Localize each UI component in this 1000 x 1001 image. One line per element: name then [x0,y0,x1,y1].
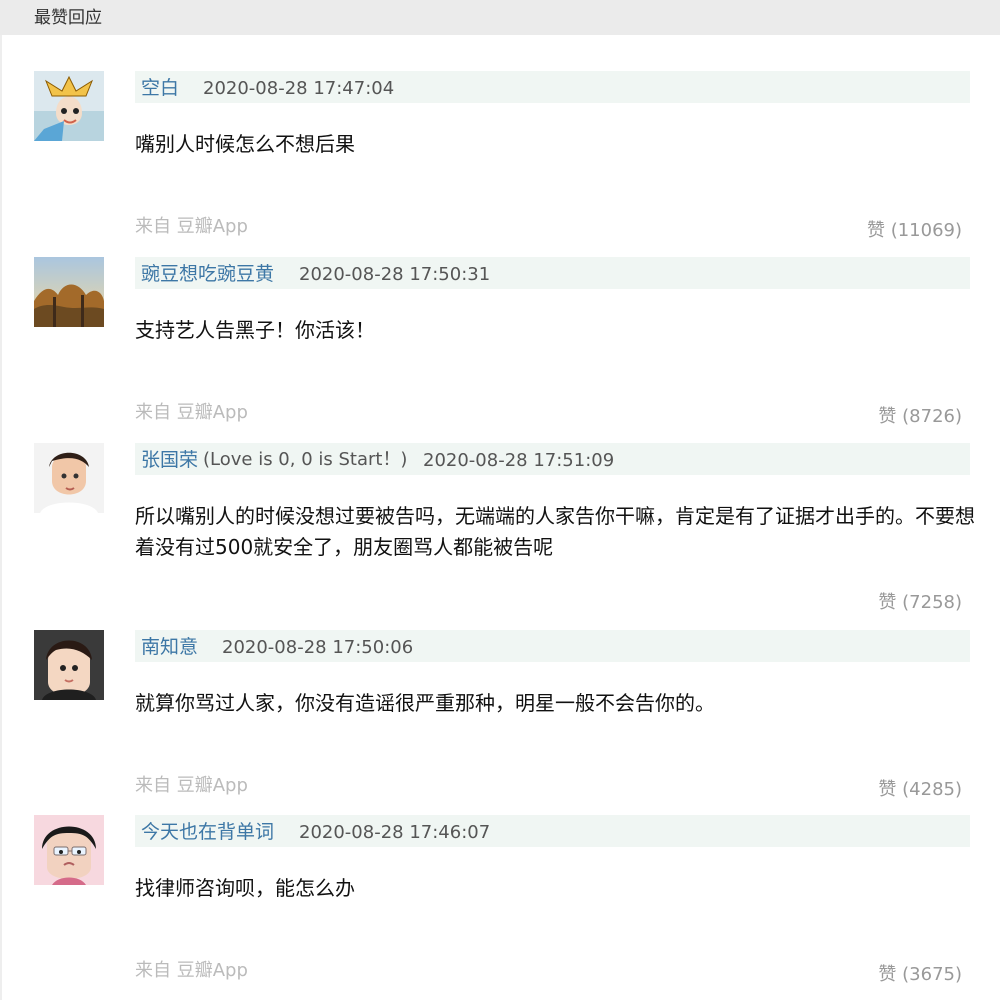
comment-item: 张国荣 (Love is 0, 0 is Start！) 2020-08-28 … [0,443,1000,629]
section-header: 最赞回应 [0,0,1000,35]
comment-author-link[interactable]: 豌豆想吃豌豆黄 [141,263,274,285]
comment-author-link[interactable]: 空白 [141,77,179,99]
section-title: 最赞回应 [34,8,102,28]
like-button[interactable]: 赞 (7258) [878,592,962,614]
like-button[interactable]: 赞 (3675) [878,964,962,986]
comment-page: 最赞回应 空白 2020-08-28 17:47:04 嘴别人时候怎么不想后果 … [0,0,1000,1000]
comment-timestamp: 2020-08-28 17:50:06 [222,637,414,658]
comment-text: 支持艺人告黑子！你活该！ [135,318,375,342]
user-avatar-icon[interactable] [34,257,104,327]
user-avatar-icon[interactable] [34,443,104,513]
comment-meta-bar: 南知意 2020-08-28 17:50:06 [135,630,970,662]
comment-author-link[interactable]: 南知意 [141,636,198,658]
comment-timestamp: 2020-08-28 17:51:09 [423,450,615,471]
comment-meta-bar: 豌豆想吃豌豆黄 2020-08-28 17:50:31 [135,257,970,289]
comment-item: 今天也在背单词 2020-08-28 17:46:07 找律师咨询呗，能怎么办 … [0,815,1000,1001]
like-button[interactable]: 赞 (4285) [878,779,962,801]
comment-item: 南知意 2020-08-28 17:50:06 就算你骂过人家，你没有造谣很严重… [0,630,1000,816]
comment-source-link[interactable]: 来自 豆瓣App [135,402,248,424]
like-button[interactable]: 赞 (11069) [867,220,962,242]
comment-timestamp: 2020-08-28 17:50:31 [299,264,491,285]
comment-text: 找律师咨询呗，能怎么办 [135,876,355,900]
user-avatar-icon[interactable] [34,815,104,885]
comment-text: 嘴别人时候怎么不想后果 [135,132,355,156]
comment-item: 空白 2020-08-28 17:47:04 嘴别人时候怎么不想后果 来自 豆瓣… [0,71,1000,257]
comment-timestamp: 2020-08-28 17:47:04 [203,78,395,99]
comment-meta-bar: 张国荣 (Love is 0, 0 is Start！) 2020-08-28 … [135,443,970,475]
comment-meta-bar: 今天也在背单词 2020-08-28 17:46:07 [135,815,970,847]
comment-text: 就算你骂过人家，你没有造谣很严重那种，明星一般不会告你的。 [135,691,715,715]
user-avatar-icon[interactable] [34,71,104,141]
comment-source-link[interactable]: 来自 豆瓣App [135,775,248,797]
comment-source-link[interactable]: 来自 豆瓣App [135,960,248,982]
like-button[interactable]: 赞 (8726) [878,406,962,428]
comment-author-link[interactable]: 今天也在背单词 [141,821,274,843]
comment-text: 所以嘴别人的时候没想过要被告吗，无端端的人家告你干嘛，肯定是有了证据才出手的。不… [135,504,975,559]
comment-author-link[interactable]: 张国荣 [141,449,198,471]
user-avatar-icon[interactable] [34,630,104,700]
comment-author-suffix: (Love is 0, 0 is Start！) [203,449,408,470]
comment-timestamp: 2020-08-28 17:46:07 [299,822,491,843]
comment-source-link[interactable]: 来自 豆瓣App [135,216,248,238]
comment-item: 豌豆想吃豌豆黄 2020-08-28 17:50:31 支持艺人告黑子！你活该！… [0,257,1000,443]
comment-meta-bar: 空白 2020-08-28 17:47:04 [135,71,970,103]
